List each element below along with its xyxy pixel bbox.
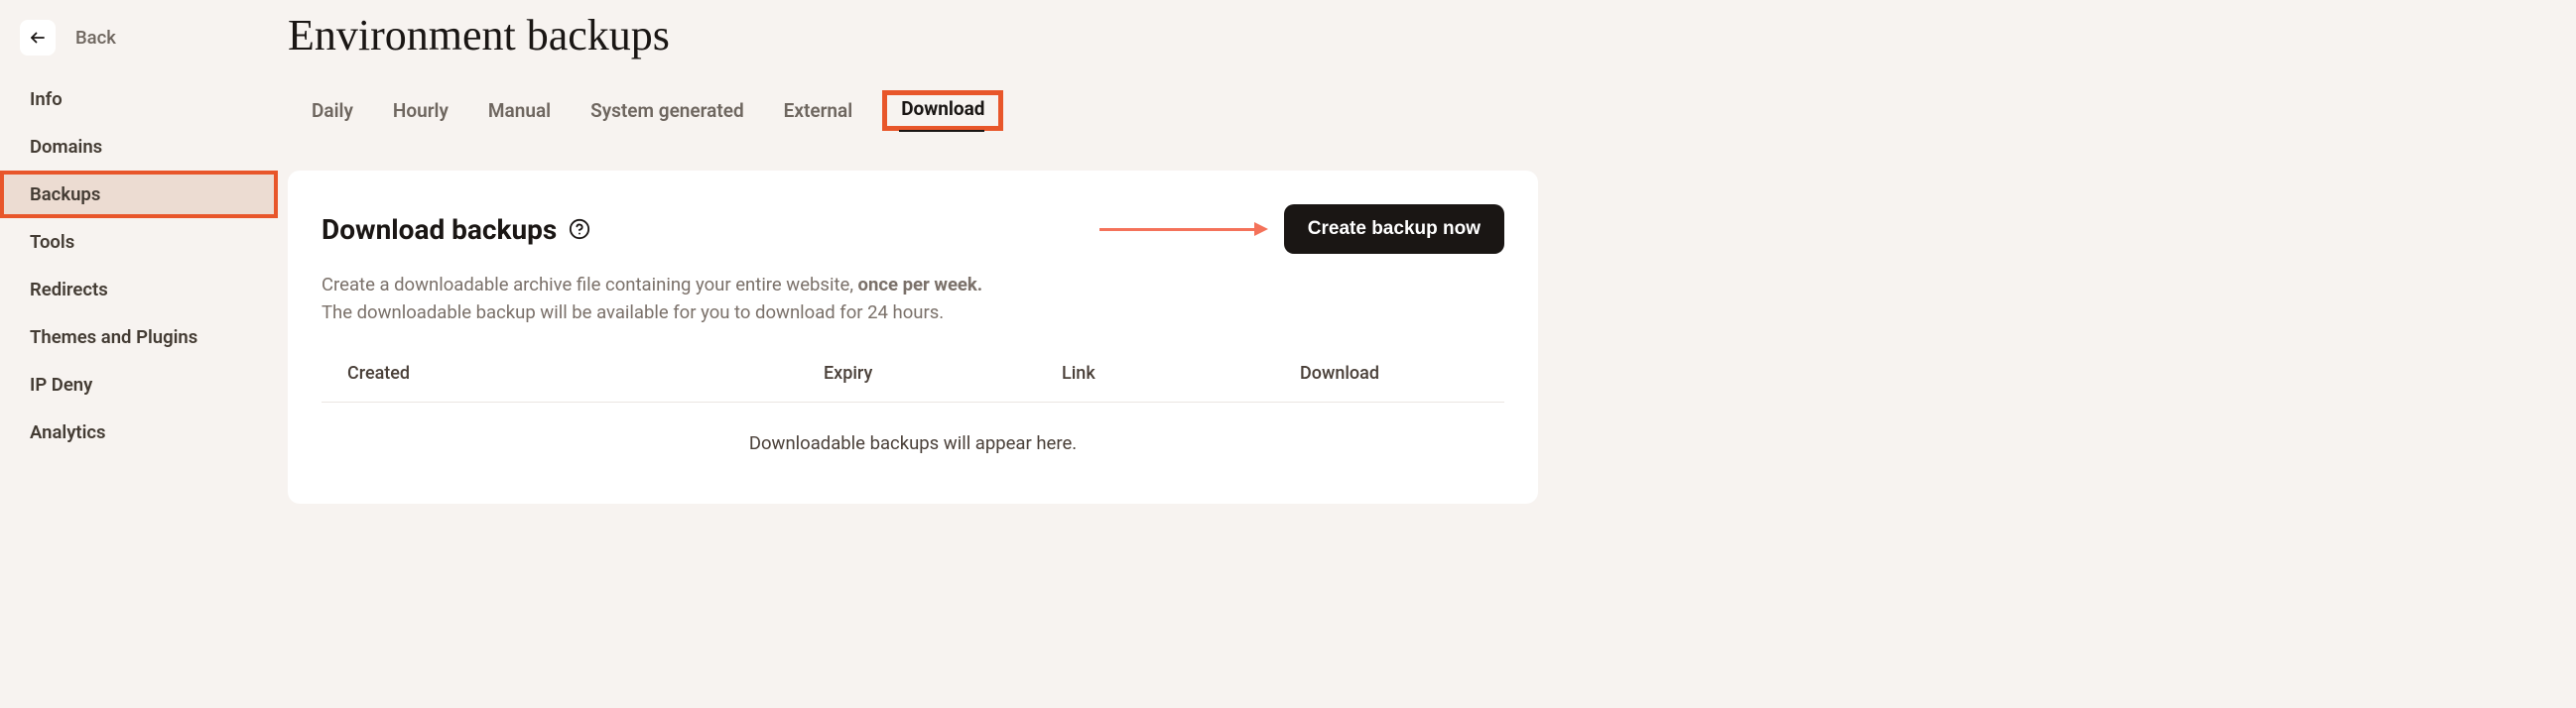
arrow-left-icon	[29, 29, 47, 47]
page-title: Environment backups	[288, 10, 2546, 60]
col-expiry: Expiry	[824, 363, 1062, 384]
create-backup-button[interactable]: Create backup now	[1284, 204, 1504, 254]
arrow-annotation	[1099, 224, 1268, 234]
card-description: Create a downloadable archive file conta…	[322, 272, 1504, 327]
sidebar-item-tools[interactable]: Tools	[0, 218, 278, 266]
card-title: Download backups	[322, 213, 557, 246]
help-icon[interactable]	[569, 218, 590, 240]
sidebar-item-themes-plugins[interactable]: Themes and Plugins	[0, 313, 278, 361]
sidebar-item-ip-deny[interactable]: IP Deny	[0, 361, 278, 409]
sidebar-item-label: Backups	[30, 183, 100, 205]
tab-daily[interactable]: Daily	[302, 91, 363, 130]
sidebar-item-label: Tools	[30, 231, 74, 253]
sidebar: Back Info Domains Backups Tools Redirect…	[0, 0, 278, 708]
sidebar-item-domains[interactable]: Domains	[0, 123, 278, 171]
sidebar-item-info[interactable]: Info	[0, 75, 278, 123]
sidebar-item-label: Redirects	[30, 279, 108, 300]
sidebar-item-redirects[interactable]: Redirects	[0, 266, 278, 313]
arrow-line	[1099, 228, 1254, 231]
backups-table: Created Expiry Link Download Downloadabl…	[322, 363, 1504, 454]
sidebar-item-analytics[interactable]: Analytics	[0, 409, 278, 456]
sidebar-item-label: Domains	[30, 136, 102, 158]
card-title-row: Download backups	[322, 213, 590, 246]
tab-system-generated[interactable]: System generated	[580, 91, 754, 130]
col-created: Created	[347, 363, 824, 384]
desc-line2: The downloadable backup will be availabl…	[322, 301, 944, 323]
tab-manual[interactable]: Manual	[478, 91, 561, 130]
desc-strong: once per week.	[858, 274, 983, 295]
arrow-right-icon	[1254, 222, 1268, 236]
action-area: Create backup now	[1099, 204, 1504, 254]
card-header: Download backups Create backup now	[322, 204, 1504, 254]
download-backups-card: Download backups Create backup now Creat…	[288, 171, 1538, 504]
col-download: Download	[1300, 363, 1479, 384]
sidebar-item-backups[interactable]: Backups	[0, 171, 278, 218]
back-button[interactable]	[20, 20, 56, 56]
tab-hourly[interactable]: Hourly	[383, 91, 458, 130]
sidebar-item-label: Info	[30, 88, 63, 110]
col-link: Link	[1062, 363, 1300, 384]
tab-external[interactable]: External	[774, 91, 863, 130]
table-header: Created Expiry Link Download	[322, 363, 1504, 403]
sidebar-item-label: Themes and Plugins	[30, 326, 197, 348]
tabs: Daily Hourly Manual System generated Ext…	[288, 90, 2546, 131]
desc-prefix: Create a downloadable archive file conta…	[322, 274, 858, 295]
sidebar-item-label: Analytics	[30, 421, 106, 443]
sidebar-item-label: IP Deny	[30, 374, 92, 396]
tab-download[interactable]: Download	[897, 89, 988, 128]
back-row: Back	[0, 20, 278, 75]
back-label[interactable]: Back	[75, 27, 116, 49]
empty-state: Downloadable backups will appear here.	[322, 403, 1504, 454]
main-content: Environment backups Daily Hourly Manual …	[278, 0, 2576, 708]
tab-download-highlight: Download	[882, 90, 1003, 131]
